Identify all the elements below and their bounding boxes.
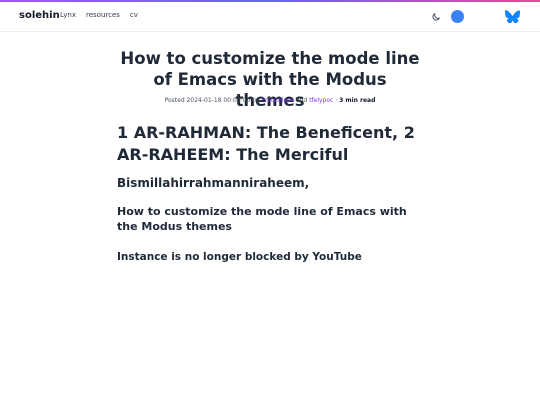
by-label: by — [252, 97, 260, 104]
posted-label: Posted — [164, 97, 185, 104]
nav-link-cv[interactable]: cv — [130, 11, 138, 19]
nav-link-lynx[interactable]: Lynx — [60, 11, 76, 19]
author-link-1[interactable]: Protesilaos — [262, 97, 295, 104]
chat-icon[interactable] — [451, 10, 464, 23]
top-nav: solehin Lynx resources cv — [0, 2, 540, 32]
post-date: 2024-01-18 00:00:00 — [186, 97, 251, 104]
nav-links: Lynx resources cv — [60, 11, 138, 19]
reading-time: 3 min read — [339, 97, 376, 104]
author-link-2[interactable]: tfelypoc — [309, 97, 333, 104]
heading-ar-rahman: 1 AR-RAHMAN: The Beneficent, 2 AR-RAHEEM… — [117, 123, 415, 164]
meta-separator: · — [335, 97, 338, 104]
brand-link[interactable]: solehin — [19, 10, 60, 21]
and-label: and — [295, 97, 308, 104]
butterfly-icon[interactable] — [505, 10, 520, 23]
nav-link-resources[interactable]: resources — [86, 11, 120, 19]
moon-icon[interactable] — [431, 12, 441, 22]
post-meta: Posted 2024-01-18 00:00:00 by Protesilao… — [120, 97, 420, 104]
heading-bismillah: Bismillahirrahmanniraheem, — [117, 176, 310, 190]
heading-instance-unblocked: Instance is no longer blocked by YouTube — [117, 251, 362, 263]
heading-customize-mode-line: How to customize the mode line of Emacs … — [117, 205, 407, 233]
